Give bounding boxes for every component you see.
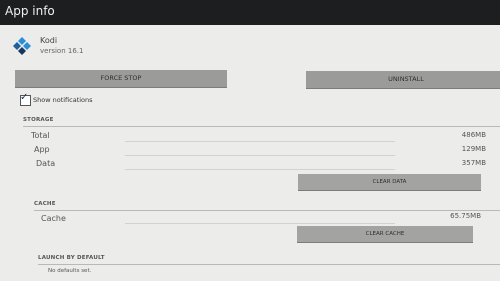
show-notifications-label: Show notifications: [33, 96, 93, 104]
clear-data-button[interactable]: CLEAR DATA: [298, 174, 481, 191]
app-version: version 16.1: [40, 47, 84, 55]
force-stop-button[interactable]: FORCE STOP: [15, 70, 227, 88]
storage-total-label: Total: [31, 131, 50, 140]
cache-leader: [125, 223, 395, 224]
storage-data-leader: [125, 169, 395, 170]
storage-total-leader: [125, 141, 395, 142]
storage-data-value: 357MB: [461, 159, 486, 167]
cache-label: Cache: [41, 214, 66, 223]
uninstall-button[interactable]: UNINSTALL: [306, 71, 500, 89]
storage-app-value: 129MB: [461, 145, 486, 153]
storage-app-label: App: [34, 145, 50, 154]
cache-value: 65.75MB: [450, 212, 481, 220]
storage-data-label: Data: [36, 159, 56, 168]
storage-total-value: 486MB: [461, 131, 486, 139]
checkmark-icon: ✓: [20, 92, 29, 103]
launch-by-default-heading: LAUNCH BY DEFAULT: [38, 255, 105, 261]
show-notifications-checkbox[interactable]: ✓: [20, 92, 31, 106]
kodi-logo-icon: [13, 37, 31, 55]
cache-divider: [34, 210, 500, 211]
app-name: Kodi: [40, 36, 58, 45]
storage-heading: STORAGE: [23, 117, 54, 123]
no-defaults-text: No defaults set.: [48, 268, 92, 274]
page-title: App info: [5, 4, 55, 18]
storage-divider: [23, 126, 500, 127]
cache-heading: CACHE: [34, 201, 56, 207]
launch-divider: [38, 264, 500, 265]
clear-cache-button[interactable]: CLEAR CACHE: [297, 226, 473, 243]
storage-app-leader: [125, 155, 395, 156]
title-bar: App info: [0, 0, 500, 25]
